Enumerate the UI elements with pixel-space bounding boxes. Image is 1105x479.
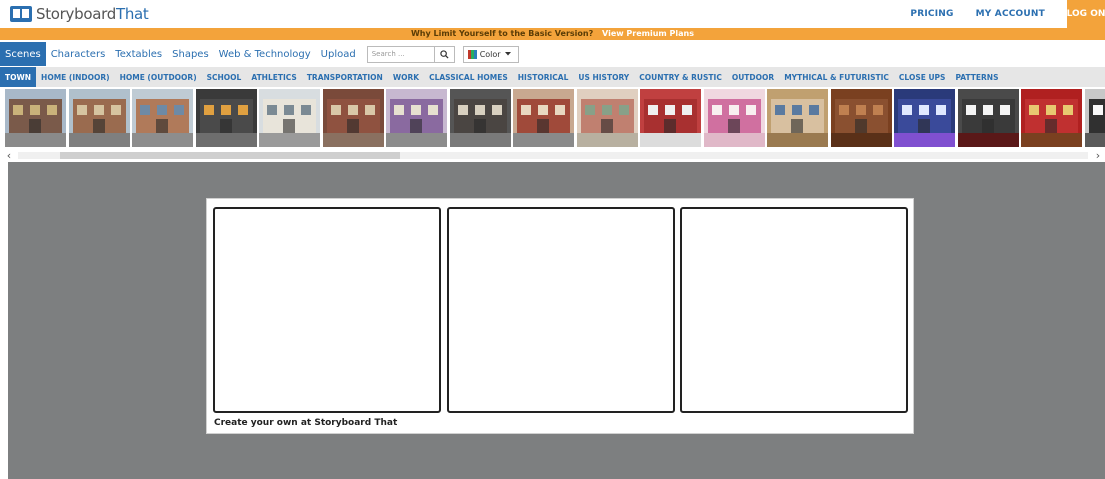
bakery-counter-scene-image — [703, 89, 765, 147]
search-button[interactable] — [434, 45, 455, 63]
category-transportation[interactable]: TRANSPORTATION — [302, 67, 388, 87]
tab-scenes[interactable]: Scenes — [0, 42, 46, 66]
scrollbar-thumb[interactable] — [60, 152, 400, 159]
search-input[interactable]: Search ... — [366, 45, 435, 63]
workspace: Create your own at Storyboard That — [8, 162, 1105, 479]
storefront-display-scene-image — [195, 89, 257, 147]
dark-storefront-scene-thumbnail[interactable] — [449, 89, 511, 147]
white-house-scene-image — [259, 89, 320, 147]
storyboard-caption: Create your own at Storyboard That — [214, 418, 398, 428]
promo-text: Why Limit Yourself to the Basic Version? — [410, 29, 594, 38]
category-classical-homes[interactable]: CLASSICAL HOMES — [424, 67, 513, 87]
white-house-scene-thumbnail[interactable] — [259, 89, 320, 147]
scene-thumbnail-strip — [0, 87, 1105, 149]
category-outdoor[interactable]: OUTDOOR — [727, 67, 779, 87]
dance-floor-scene-thumbnail[interactable] — [894, 89, 955, 147]
theater-stage-scene-image — [1021, 89, 1082, 147]
category-home-outdoor[interactable]: HOME (OUTDOOR) — [115, 67, 202, 87]
chevron-down-icon — [504, 52, 511, 56]
deli-interior-scene-image — [576, 89, 638, 147]
office-bulletin-scene-thumbnail[interactable] — [767, 89, 828, 147]
category-country-rustic[interactable]: COUNTRY & RUSTIC — [634, 67, 727, 87]
storyboard-cell-3[interactable] — [680, 207, 908, 413]
category-close-ups[interactable]: CLOSE UPS — [894, 67, 951, 87]
town-street-scene-thumbnail[interactable] — [5, 89, 66, 147]
red-door-shop-scene-image — [513, 89, 574, 147]
tab-web-technology[interactable]: Web & Technology — [214, 42, 316, 66]
cafe-interior-scene-image — [830, 89, 892, 147]
color-dropdown[interactable]: Color — [462, 45, 519, 63]
storyboard-cell-1[interactable] — [213, 207, 441, 413]
tab-shapes[interactable]: Shapes — [167, 42, 214, 66]
log-on-button[interactable]: LOG ON — [1067, 0, 1105, 28]
scene-category-row: TOWN HOME (INDOOR) HOME (OUTDOOR) SCHOOL… — [0, 67, 1105, 87]
scroll-right-arrow-icon[interactable]: › — [1091, 149, 1105, 162]
dark-storefront-scene-image — [449, 89, 511, 147]
cinema-screen-scene-image — [957, 89, 1019, 147]
top-links: PRICING MY ACCOUNT LOG ON — [910, 0, 1105, 28]
corner-street-scene-image — [132, 89, 193, 147]
tab-characters[interactable]: Characters — [46, 42, 111, 66]
red-door-shop-scene-thumbnail[interactable] — [513, 89, 574, 147]
dance-floor-scene-image — [894, 89, 955, 147]
storyboard-app: StoryboardThat PRICING MY ACCOUNT LOG ON… — [0, 0, 1105, 479]
scrollbar-track[interactable] — [18, 152, 1088, 159]
cinema-screen-scene-thumbnail[interactable] — [957, 89, 1019, 147]
row-houses-scene-image — [68, 89, 130, 147]
search-icon — [440, 49, 449, 59]
category-home-indoor[interactable]: HOME (INDOOR) — [36, 67, 115, 87]
presentation-room-scene-image — [1084, 89, 1105, 147]
category-athletics[interactable]: ATHLETICS — [246, 67, 301, 87]
tool-tabs-row: Scenes Characters Textables Shapes Web &… — [0, 42, 1105, 66]
row-houses-scene-thumbnail[interactable] — [68, 89, 130, 147]
category-patterns[interactable]: PATTERNS — [950, 67, 1003, 87]
diner-counter-scene-image — [640, 89, 701, 147]
storyboard: Create your own at Storyboard That — [206, 198, 914, 434]
view-premium-plans-link[interactable]: View Premium Plans — [602, 29, 694, 38]
storefront-display-scene-thumbnail[interactable] — [195, 89, 257, 147]
office-bulletin-scene-image — [767, 89, 828, 147]
top-header: StoryboardThat PRICING MY ACCOUNT LOG ON — [0, 0, 1105, 28]
deli-interior-scene-thumbnail[interactable] — [576, 89, 638, 147]
purple-awning-scene-image — [386, 89, 447, 147]
my-account-link[interactable]: MY ACCOUNT — [976, 9, 1045, 19]
tab-textables[interactable]: Textables — [110, 42, 167, 66]
brick-shop-scene-thumbnail[interactable] — [322, 89, 384, 147]
promo-banner: Why Limit Yourself to the Basic Version?… — [0, 28, 1105, 40]
tab-upload[interactable]: Upload — [316, 42, 361, 66]
bakery-counter-scene-thumbnail[interactable] — [703, 89, 765, 147]
theater-stage-scene-thumbnail[interactable] — [1021, 89, 1082, 147]
logo-text: StoryboardThat — [36, 5, 149, 23]
purple-awning-scene-thumbnail[interactable] — [386, 89, 447, 147]
corner-street-scene-thumbnail[interactable] — [132, 89, 193, 147]
town-street-scene-image — [5, 89, 66, 147]
scene-strip-scrollbar[interactable]: ‹ › — [0, 149, 1105, 162]
cafe-interior-scene-thumbnail[interactable] — [830, 89, 892, 147]
logo[interactable]: StoryboardThat — [10, 4, 149, 24]
diner-counter-scene-thumbnail[interactable] — [640, 89, 701, 147]
category-us-history[interactable]: US HISTORY — [573, 67, 634, 87]
category-work[interactable]: WORK — [388, 67, 424, 87]
pricing-link[interactable]: PRICING — [910, 9, 953, 19]
storyboard-cell-2[interactable] — [447, 207, 675, 413]
color-label: Color — [479, 49, 501, 59]
category-town[interactable]: TOWN — [0, 67, 37, 87]
color-swatch-icon — [467, 49, 477, 59]
category-historical[interactable]: HISTORICAL — [513, 67, 574, 87]
storyboard-logo-icon — [10, 6, 32, 22]
scroll-left-arrow-icon[interactable]: ‹ — [2, 149, 16, 162]
category-mythical-futuristic[interactable]: MYTHICAL & FUTURISTIC — [779, 67, 894, 87]
brick-shop-scene-image — [322, 89, 384, 147]
category-school[interactable]: SCHOOL — [202, 67, 247, 87]
presentation-room-scene-thumbnail[interactable] — [1084, 89, 1105, 147]
